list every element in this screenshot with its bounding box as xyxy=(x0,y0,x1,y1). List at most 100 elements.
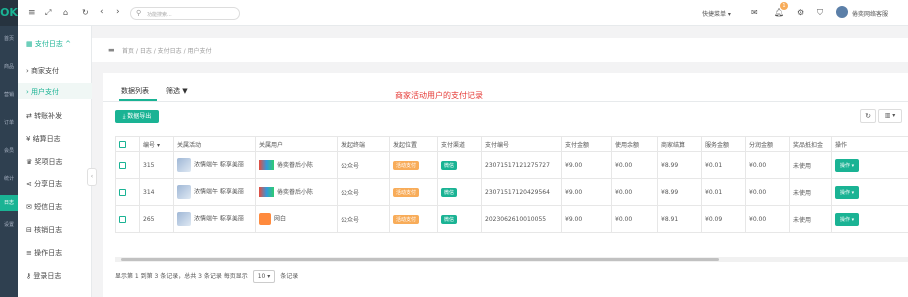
forward-icon[interactable]: › xyxy=(116,7,120,17)
user-name[interactable]: 倦奕网络客服 xyxy=(852,9,908,18)
export-button[interactable]: ⤓ 数据导出 xyxy=(115,110,159,123)
pagination-summary: 显示第 1 到第 3 条记录，总共 3 条记录 每页显示 xyxy=(115,273,248,280)
sidebar-item-login[interactable]: ⚷ 登录日志 xyxy=(26,271,61,281)
quick-menu[interactable]: 快捷菜单 ▾ xyxy=(702,9,731,18)
scrollbar-thumb[interactable] xyxy=(121,258,719,261)
table-row[interactable]: 314 浓情端午 粽享美丽 倦奕眷后小陈 公众号 活动支付 微信 2307151… xyxy=(115,178,908,206)
channel-badge: 微信 xyxy=(441,214,458,224)
cell-service: ¥0.09 xyxy=(701,205,746,233)
col-header-id[interactable]: 编号 ▾ xyxy=(139,136,174,152)
rail-item-home[interactable]: 首页 xyxy=(0,36,18,43)
col-header-amount[interactable]: 支付金额 xyxy=(561,136,612,152)
sidebar-item-settlement[interactable]: ¥ 结算日志 xyxy=(26,134,61,144)
tab-data-list[interactable]: 数据列表 xyxy=(121,86,149,96)
row-checkbox[interactable] xyxy=(119,188,126,196)
operation-dropdown-button[interactable]: 操作 ▾ xyxy=(835,185,860,199)
rail-item-marketing[interactable]: 营销 xyxy=(0,92,18,99)
sidebar-item-sms[interactable]: ✉ 短信日志 xyxy=(26,202,62,212)
cell-id: 314 xyxy=(139,178,174,206)
col-header-activity[interactable]: 关属活动 xyxy=(173,136,256,152)
sidebar-item-prize[interactable]: ♛ 奖项日志 xyxy=(26,157,63,167)
sidebar-collapse-toggle[interactable]: ‹ xyxy=(87,168,97,186)
col-header-terminal[interactable]: 发起终端 xyxy=(337,136,390,152)
avatar[interactable] xyxy=(836,6,848,18)
channel-badge: 微信 xyxy=(441,160,458,170)
sidebar-group-pay-log[interactable]: ▦ 支付日志 ^ xyxy=(26,39,71,49)
table-row[interactable]: 265 浓情端午 粽享美丽 网白 公众号 活动支付 微信 20230626100… xyxy=(115,205,908,233)
cell-channel: 微信 xyxy=(437,151,482,179)
sidebar-item-label: 登录日志 xyxy=(33,272,62,280)
operation-dropdown-button[interactable]: 操作 ▾ xyxy=(835,158,860,172)
rail-item-logs[interactable]: 日志 xyxy=(0,195,18,211)
breadcrumb[interactable]: 首页 / 日志 / 支付日志 / 用户支付 xyxy=(122,46,212,55)
row-checkbox[interactable] xyxy=(119,215,126,223)
tab-divider xyxy=(103,101,908,102)
sidebar-item-verify[interactable]: ⊟ 核销日志 xyxy=(26,225,62,235)
refresh-icon[interactable]: ↻ xyxy=(82,8,89,17)
sidebar-item-share[interactable]: ⋖ 分享日志 xyxy=(26,179,62,189)
col-header-label: 操作 xyxy=(835,141,848,149)
col-header-service[interactable]: 服务金额 xyxy=(701,136,746,152)
columns-toggle-button[interactable]: ▥ ▾ xyxy=(878,109,902,123)
col-header-pay-no[interactable]: 支付编号 xyxy=(481,136,562,152)
col-header-label: 奖品抵扣金 xyxy=(793,141,824,149)
user-name: 倦奕眷后小陈 xyxy=(277,188,314,196)
cell-terminal: 公众号 xyxy=(337,205,390,233)
col-header-user[interactable]: 关属用户 xyxy=(255,136,338,152)
yen-icon: ¥ xyxy=(26,135,33,143)
col-header-channel[interactable]: 支付渠道 xyxy=(437,136,482,152)
mail-icon[interactable]: ✉ xyxy=(751,8,758,17)
sidebar-item-user-pay[interactable]: › 用户支付 xyxy=(26,87,59,97)
search-input[interactable]: 功能搜索... xyxy=(147,11,172,18)
sidebar-item-label: 结算日志 xyxy=(32,135,61,143)
sidebar-item-label: 转账补发 xyxy=(34,112,63,120)
sidebar-item-label: 商家支付 xyxy=(31,67,60,75)
horizontal-scrollbar[interactable] xyxy=(115,257,908,262)
row-checkbox[interactable] xyxy=(119,161,126,169)
sidebar-item-merchant-pay[interactable]: › 商家支付 xyxy=(26,66,59,76)
rail-item-settings[interactable]: 设置 xyxy=(0,222,18,229)
rail-item-members[interactable]: 会员 xyxy=(0,148,18,155)
select-all-checkbox[interactable] xyxy=(115,136,140,152)
menu-toggle-icon[interactable]: ≡ xyxy=(28,8,36,18)
channel-badge: 微信 xyxy=(441,187,458,197)
user-name: 网白 xyxy=(274,215,287,223)
sidebar-item-operation[interactable]: ≡ 操作日志 xyxy=(26,248,62,258)
back-icon[interactable]: ‹ xyxy=(100,7,104,17)
cell-position: 活动支付 xyxy=(389,205,438,233)
search-box[interactable]: ⚲ 功能搜索... xyxy=(130,7,240,20)
operation-dropdown-button[interactable]: 操作 ▾ xyxy=(835,212,860,226)
cell-op: 操作 ▾ xyxy=(831,178,908,206)
col-header-position[interactable]: 发起位置 xyxy=(389,136,438,152)
download-icon: ⤓ xyxy=(122,113,126,120)
col-header-share[interactable]: 分润金额 xyxy=(745,136,790,152)
col-header-settle[interactable]: 商家结算 xyxy=(657,136,702,152)
gear-icon[interactable]: ⚙ xyxy=(797,8,804,17)
sidebar-item-transfer[interactable]: ⇄ 转账补发 xyxy=(26,111,62,121)
cell-prize: 未使用 xyxy=(789,178,832,206)
page-size-select[interactable]: 10 ▾ xyxy=(252,270,276,283)
shield-icon[interactable]: ⛉ xyxy=(817,8,823,18)
user-avatar xyxy=(259,160,274,171)
fullscreen-icon[interactable]: ⤢ xyxy=(45,8,51,18)
tab-filter[interactable]: 筛选 ▼ xyxy=(166,86,188,96)
sidebar-item-label: 核销日志 xyxy=(34,226,63,234)
app-logo: OK xyxy=(0,0,18,26)
col-header-balance[interactable]: 使用余额 xyxy=(611,136,658,152)
export-label: 数据导出 xyxy=(127,113,152,120)
rail-item-goods[interactable]: 商品 xyxy=(0,64,18,71)
rail-item-orders[interactable]: 订单 xyxy=(0,120,18,127)
table-row[interactable]: 315 浓情端午 粽享美丽 倦奕眷后小陈 公众号 活动支付 微信 2307151… xyxy=(115,151,908,179)
rail-item-stats[interactable]: 统计 xyxy=(0,176,18,183)
refresh-table-button[interactable]: ↻ xyxy=(860,109,876,123)
col-header-op: 操作 xyxy=(831,136,908,152)
checkbox[interactable] xyxy=(119,140,126,148)
cell-op: 操作 ▾ xyxy=(831,151,908,179)
main-panel: 数据列表 筛选 ▼ 商家活动用户的支付记录 ⤓ 数据导出 ↻ ▥ ▾ 编号 ▾ … xyxy=(103,73,908,297)
col-header-prize[interactable]: 奖品抵扣金 xyxy=(789,136,832,152)
home-icon[interactable]: ⌂ xyxy=(63,8,68,17)
col-header-label: 编号 xyxy=(143,141,156,149)
sidebar-group-label: 支付日志 ^ xyxy=(34,40,71,48)
envelope-icon: ✉ xyxy=(26,203,35,211)
cell-service: ¥0.01 xyxy=(701,178,746,206)
